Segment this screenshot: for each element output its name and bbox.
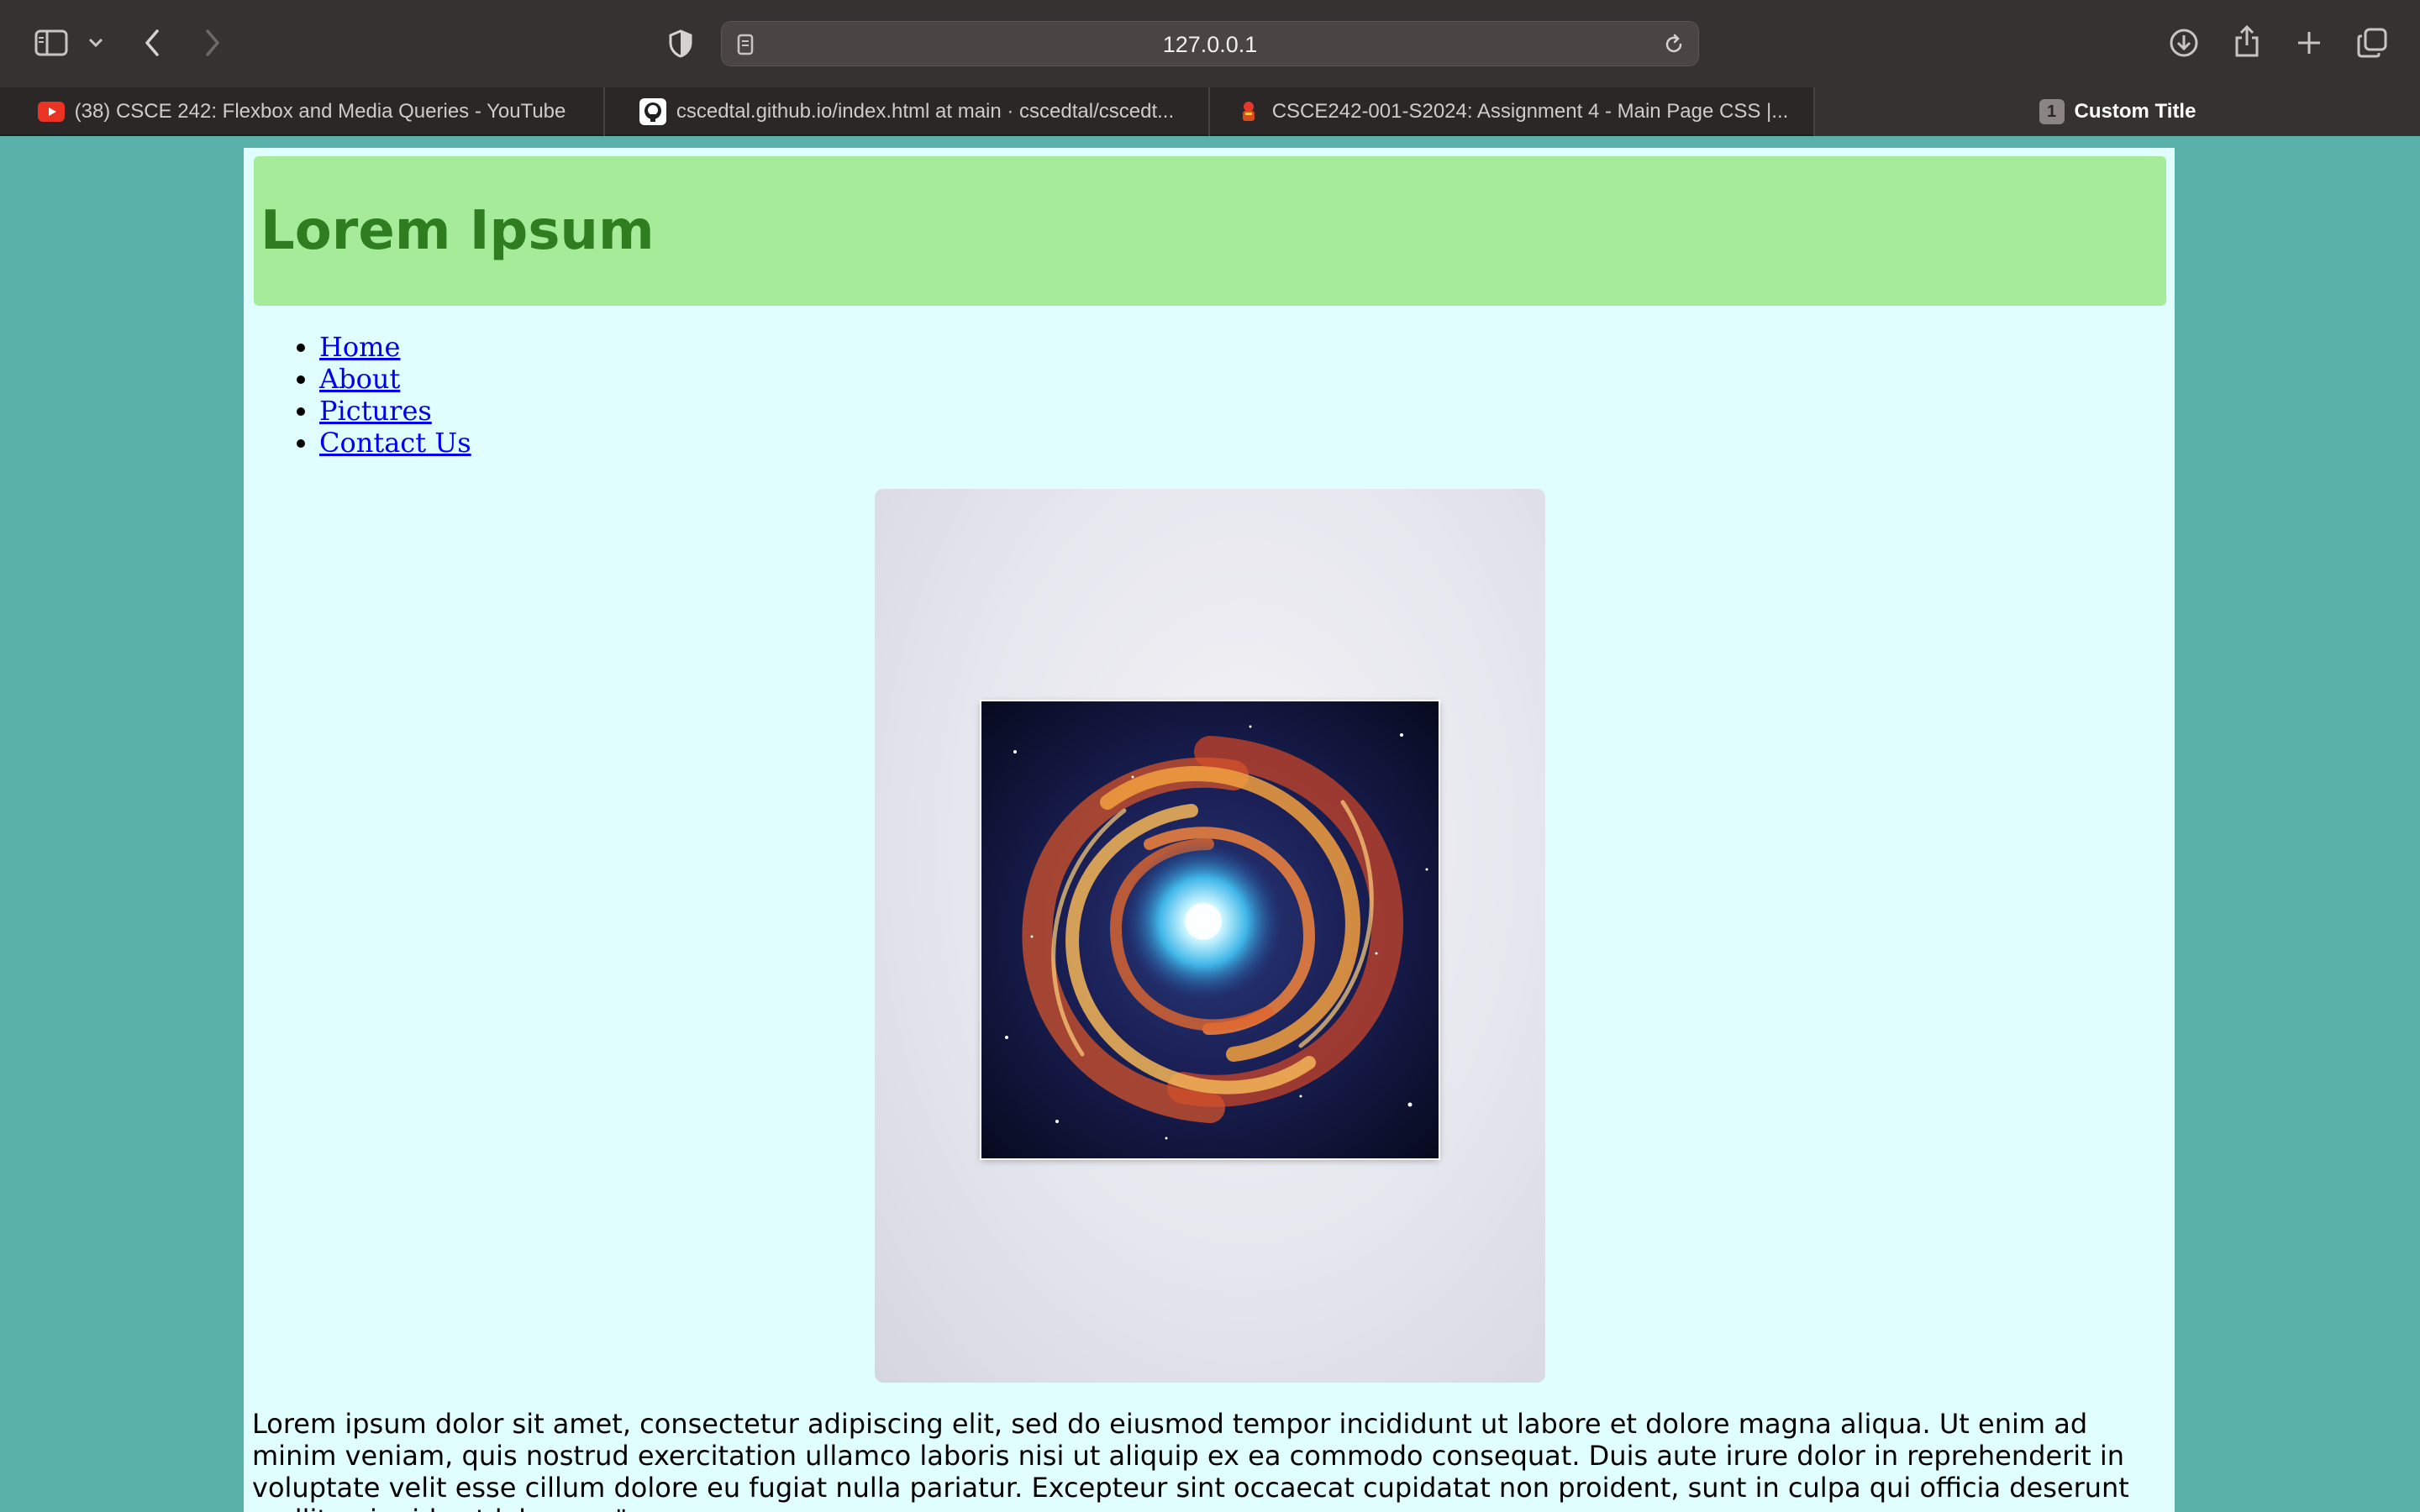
course-icon — [1235, 98, 1262, 125]
tab-label: cscedtal.github.io/index.html at main · … — [676, 100, 1175, 123]
tab-course[interactable]: CSCE242-001-S2024: Assignment 4 - Main P… — [1210, 87, 1813, 136]
share-icon[interactable] — [2230, 22, 2264, 60]
nav-link-contact-us[interactable]: Contact Us — [319, 427, 471, 459]
youtube-icon — [37, 98, 65, 125]
tab-label: Custom Title — [2074, 100, 2196, 123]
main-nav: Home About Pictures Contact Us — [319, 331, 471, 459]
tab-overview-icon[interactable] — [2354, 25, 2390, 60]
nav-link-pictures[interactable]: Pictures — [319, 395, 432, 427]
back-icon[interactable] — [138, 25, 166, 60]
page-content: Lorem Ipsum Home About Pictures Contact … — [244, 148, 2175, 1512]
browser-toolbar: 127.0.0.1 — [0, 0, 2420, 87]
sidebar-toggle-icon[interactable] — [32, 25, 71, 60]
tab-label: CSCE242-001-S2024: Assignment 4 - Main P… — [1271, 100, 1789, 123]
forward-icon[interactable] — [198, 25, 227, 60]
tab-label: (38) CSCE 242: Flexbox and Media Queries… — [74, 100, 566, 123]
galaxy-image — [981, 701, 1439, 1158]
nav-item: Contact Us — [319, 427, 471, 459]
nav-item: Pictures — [319, 395, 471, 427]
tab-github[interactable]: cscedtal.github.io/index.html at main · … — [605, 87, 1208, 136]
nav-list: Home About Pictures Contact Us — [319, 331, 471, 459]
nav-link-about[interactable]: About — [319, 363, 400, 395]
nav-item: Home — [319, 331, 471, 363]
reload-icon[interactable] — [1661, 32, 1686, 57]
tab-count-badge: 1 — [2039, 99, 2065, 124]
new-tab-icon[interactable] — [2292, 25, 2326, 60]
github-icon — [639, 98, 666, 125]
body-paragraph: Lorem ipsum dolor sit amet, consectetur … — [252, 1408, 2129, 1512]
tab-youtube[interactable]: (38) CSCE 242: Flexbox and Media Queries… — [0, 87, 603, 136]
privacy-shield-icon[interactable] — [664, 27, 697, 60]
download-icon[interactable] — [2166, 25, 2202, 60]
tab-bar: (38) CSCE 242: Flexbox and Media Queries… — [0, 87, 2420, 136]
page-header: Lorem Ipsum — [254, 156, 2166, 306]
picture-frame — [875, 489, 1545, 1383]
chevron-down-icon[interactable] — [84, 29, 108, 57]
nav-item: About — [319, 363, 471, 395]
tab-custom-title[interactable]: 1 Custom Title — [1815, 87, 2420, 136]
address-bar[interactable]: 127.0.0.1 — [721, 21, 1699, 66]
page-title: Lorem Ipsum — [260, 200, 655, 262]
nav-link-home[interactable]: Home — [319, 331, 400, 363]
url-text[interactable]: 127.0.0.1 — [722, 22, 1698, 67]
